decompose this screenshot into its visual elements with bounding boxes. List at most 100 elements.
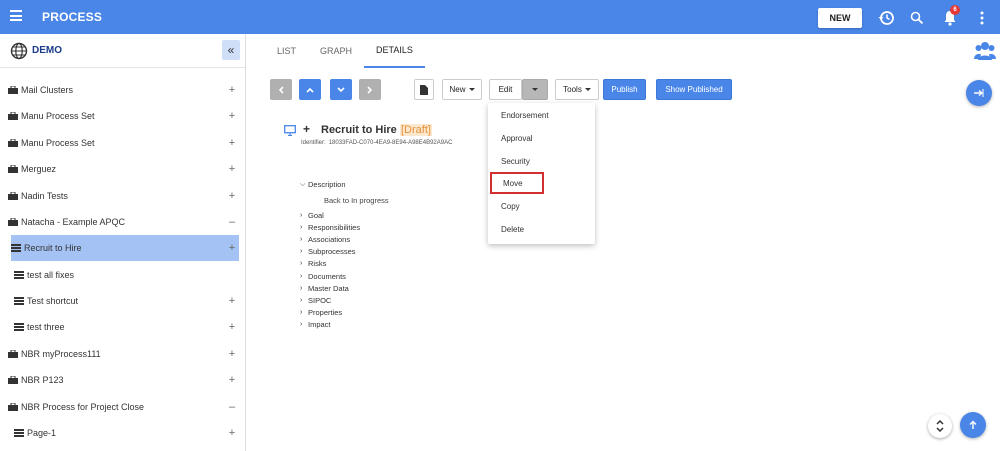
- chevron-right-icon: [367, 85, 373, 94]
- notifications-icon[interactable]: 6: [940, 5, 960, 28]
- tree-item-process[interactable]: Test shortcut +: [14, 288, 239, 314]
- menu-item-copy[interactable]: Copy: [488, 195, 595, 217]
- expand-icon[interactable]: +: [225, 137, 239, 149]
- search-icon[interactable]: [907, 8, 927, 28]
- menu-item-approval[interactable]: Approval: [488, 127, 595, 149]
- more-vertical-icon[interactable]: [972, 8, 992, 28]
- tree-item-folder[interactable]: Manu Process Set +: [8, 130, 239, 156]
- tree-item-folder[interactable]: Nadin Tests +: [8, 183, 239, 209]
- publish-button[interactable]: Publish: [603, 79, 646, 100]
- move-down-button[interactable]: [330, 79, 352, 100]
- sidebar-title: DEMO: [32, 45, 62, 56]
- briefcase-icon: [8, 139, 18, 147]
- app-title: PROCESS: [42, 10, 103, 24]
- collapse-sidebar-button[interactable]: «: [222, 40, 240, 60]
- expand-icon[interactable]: +: [225, 348, 239, 360]
- tree-item-label: NBR myProcess111: [21, 349, 101, 359]
- section-master-data[interactable]: › Master Data: [300, 284, 349, 293]
- tab-list[interactable]: LIST: [265, 34, 308, 68]
- expand-icon[interactable]: +: [225, 163, 239, 175]
- section-description[interactable]: ⌵ Description: [300, 180, 346, 189]
- expand-icon[interactable]: +: [225, 374, 239, 386]
- edit-label: Edit: [498, 85, 513, 94]
- last-button[interactable]: [359, 79, 381, 100]
- first-button[interactable]: [270, 79, 292, 100]
- section-documents[interactable]: › Documents: [300, 272, 346, 281]
- section-goal[interactable]: › Goal: [300, 211, 324, 220]
- back-to-in-progress-link[interactable]: Back to In progress: [324, 196, 389, 205]
- export-fab[interactable]: [966, 80, 992, 106]
- briefcase-icon: [8, 218, 18, 226]
- tree-item-folder[interactable]: Mail Clusters +: [8, 77, 239, 103]
- users-icon[interactable]: [974, 40, 996, 62]
- expand-icon[interactable]: +: [225, 190, 239, 202]
- tree-item-process-selected[interactable]: Recruit to Hire +: [11, 235, 239, 261]
- tab-graph[interactable]: GRAPH: [308, 34, 364, 68]
- tree-item-label: Natacha - Example APQC: [21, 217, 126, 227]
- tree-item-process[interactable]: test all fixes: [14, 262, 239, 288]
- new-dropdown-button[interactable]: New: [442, 79, 482, 100]
- tree-item-folder[interactable]: Merguez +: [8, 156, 239, 182]
- tree-item-folder[interactable]: Manu Process Set +: [8, 103, 239, 129]
- tree-item-label: test all fixes: [27, 270, 75, 280]
- new-dropdown-label: New: [449, 85, 466, 94]
- tree-item-folder[interactable]: Natacha - Example APQC –: [8, 209, 239, 235]
- tree-item-label: Nadin Tests: [21, 191, 68, 201]
- edit-dropdown-toggle[interactable]: [522, 79, 548, 100]
- process-title: Recruit to Hire: [321, 124, 397, 136]
- scroll-toggle-button[interactable]: [928, 414, 952, 438]
- status-badge: [Draft]: [400, 124, 432, 136]
- section-sipoc[interactable]: › SIPOC: [300, 296, 331, 305]
- menu-item-delete[interactable]: Delete: [488, 218, 595, 240]
- tree-item-folder[interactable]: NBR P123 +: [8, 367, 239, 393]
- section-label: Description: [308, 180, 346, 189]
- expand-icon[interactable]: +: [225, 242, 239, 254]
- section-risks[interactable]: › Risks: [300, 259, 326, 268]
- section-properties[interactable]: › Properties: [300, 308, 342, 317]
- unfold-icon: [936, 420, 944, 432]
- sidebar: DEMO « Mail Clusters + Manu Process Set …: [0, 34, 246, 451]
- chevron-right-icon: ›: [300, 273, 303, 280]
- section-label: Associations: [308, 235, 351, 244]
- arrow-up-icon: [969, 420, 977, 429]
- chevron-right-icon: ›: [300, 236, 303, 243]
- tree-item-process[interactable]: test three +: [14, 314, 239, 340]
- tools-dropdown-button[interactable]: Tools: [555, 79, 599, 100]
- section-associations[interactable]: › Associations: [300, 235, 350, 244]
- expand-icon[interactable]: +: [225, 110, 239, 122]
- tree-item-process[interactable]: Page-1 +: [14, 420, 239, 446]
- menu-item-move[interactable]: Move: [490, 172, 544, 194]
- show-published-button[interactable]: Show Published: [656, 79, 732, 100]
- tree-item-folder[interactable]: NBR Process for Project Close –: [8, 394, 239, 420]
- history-icon[interactable]: [876, 8, 896, 28]
- edit-button[interactable]: Edit: [489, 79, 522, 100]
- tree-item-folder[interactable]: NBR myProcess111 +: [8, 341, 239, 367]
- document-button[interactable]: [414, 79, 434, 100]
- expand-icon[interactable]: +: [225, 427, 239, 439]
- expand-icon[interactable]: +: [225, 295, 239, 307]
- tab-details[interactable]: DETAILS: [364, 34, 425, 68]
- arrow-right-icon: [974, 89, 984, 97]
- caret-down-icon: [468, 87, 475, 91]
- section-subprocesses[interactable]: › Subprocesses: [300, 247, 356, 256]
- section-impact[interactable]: › Impact: [300, 320, 331, 329]
- view-tabs: LIST GRAPH DETAILS: [265, 34, 425, 68]
- menu-icon[interactable]: [10, 10, 22, 21]
- section-responsibilities[interactable]: › Responsibilities: [300, 223, 360, 232]
- add-icon[interactable]: +: [303, 122, 310, 136]
- menu-item-endorsement[interactable]: Endorsement: [488, 104, 595, 126]
- new-button[interactable]: NEW: [818, 8, 862, 28]
- expand-icon[interactable]: +: [225, 321, 239, 333]
- scroll-to-top-button[interactable]: [960, 412, 986, 438]
- tree-item-label: Test shortcut: [27, 296, 79, 306]
- collapse-icon[interactable]: –: [225, 401, 239, 413]
- document-icon: [420, 84, 428, 95]
- briefcase-icon: [8, 192, 18, 200]
- collapse-icon[interactable]: –: [225, 216, 239, 228]
- identifier: Identifier: 18033FAD-C070-4EA9-8E94-A98E4…: [301, 140, 452, 146]
- chevron-up-icon: [306, 87, 314, 93]
- expand-icon[interactable]: +: [225, 84, 239, 96]
- briefcase-icon: [8, 112, 18, 120]
- move-up-button[interactable]: [299, 79, 321, 100]
- menu-item-security[interactable]: Security: [488, 150, 595, 172]
